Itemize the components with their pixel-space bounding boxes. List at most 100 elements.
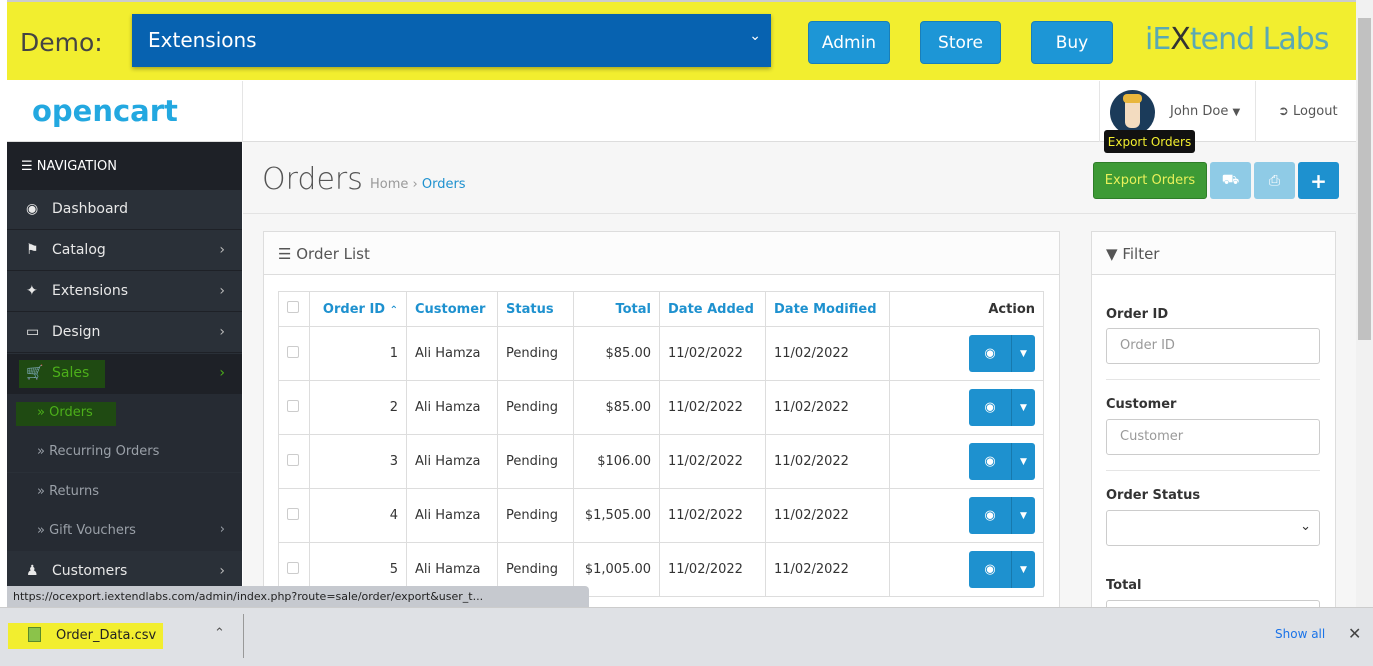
select-all-checkbox[interactable] [287, 301, 299, 313]
buy-button[interactable]: Buy [1031, 21, 1113, 64]
sidebar-item-catalog[interactable]: ⚑ Catalog › [7, 231, 242, 271]
caret-down-icon: ▼ [1020, 402, 1027, 413]
sidebar-subitem-returns[interactable]: » Returns [7, 473, 242, 512]
admin-button[interactable]: Admin [808, 21, 890, 64]
sidebar-subitem-gift-vouchers[interactable]: » Gift Vouchers › [7, 512, 242, 551]
customer: Ali Hamza [406, 380, 498, 435]
sidebar-item-dashboard[interactable]: ◉ Dashboard [7, 190, 242, 230]
close-icon[interactable]: ✕ [1348, 624, 1361, 643]
customer: Ali Hamza [406, 488, 498, 543]
breadcrumb-orders[interactable]: Orders [422, 177, 466, 192]
scrollbar-thumb[interactable] [1358, 18, 1371, 340]
sidebar-item-label: Gift Vouchers [49, 523, 136, 538]
column-customer[interactable]: Customer [406, 291, 498, 327]
opencart-logo[interactable]: opencart [32, 94, 178, 128]
view-button[interactable]: ◉ [969, 497, 1011, 534]
divider [1255, 81, 1256, 142]
column-order-id[interactable]: Order ID ⌃ [309, 291, 407, 327]
row-checkbox[interactable] [287, 507, 299, 520]
dropdown-toggle[interactable]: ▼ [1012, 389, 1035, 426]
chevron-right-icon: › [219, 563, 225, 579]
chevron-right-icon: › [219, 283, 225, 299]
customer-input[interactable]: Customer [1106, 419, 1320, 455]
sidebar-item-sales[interactable]: 🛒 Sales › [7, 354, 242, 394]
download-filename[interactable]: Order_Data.csv [56, 628, 156, 643]
view-button[interactable]: ◉ [969, 551, 1011, 588]
sidebar-subitem-orders[interactable]: » Orders [7, 394, 242, 433]
chevron-up-icon[interactable]: ⌃ [214, 626, 225, 641]
sidebar-item-label: Returns [49, 484, 100, 499]
user-icon: ♟ [26, 563, 39, 579]
shipping-button[interactable]: ⛟ [1210, 162, 1251, 199]
eye-icon: ◉ [984, 454, 996, 469]
dropdown-toggle[interactable]: ▼ [1012, 335, 1035, 372]
status: Pending [497, 380, 574, 435]
status: Pending [497, 434, 574, 489]
date-modified: 11/02/2022 [765, 542, 890, 597]
sidebar-item-label: Extensions [52, 283, 129, 299]
table-row: 4 Ali Hamza Pending $1,505.00 11/02/2022… [278, 488, 1044, 543]
order-status-select[interactable]: ⌄ [1106, 510, 1320, 546]
caret-down-icon: ▼ [1020, 348, 1027, 359]
column-status[interactable]: Status [497, 291, 574, 327]
row-checkbox[interactable] [287, 345, 299, 358]
show-all-link[interactable]: Show all [1275, 627, 1325, 641]
print-icon: ⎙ [1268, 172, 1281, 189]
sidebar-item-extensions[interactable]: ✦ Extensions › [7, 272, 242, 312]
sidebar-item-label: Recurring Orders [49, 444, 160, 459]
date-added: 11/02/2022 [659, 326, 766, 381]
store-button[interactable]: Store [920, 21, 1001, 64]
status: Pending [497, 326, 574, 381]
print-button[interactable]: ⎙ [1254, 162, 1295, 199]
column-date-added[interactable]: Date Added [659, 291, 766, 327]
truck-icon: ⛟ [1221, 171, 1240, 188]
date-modified: 11/02/2022 [765, 434, 890, 489]
dropdown-toggle[interactable]: ▼ [1012, 443, 1035, 480]
navigation-header[interactable]: ☰ NAVIGATION [7, 142, 242, 190]
eye-icon: ◉ [984, 400, 996, 415]
caret-down-icon: ▼ [1020, 510, 1027, 521]
sidebar-item-label: Design [52, 324, 101, 340]
column-total[interactable]: Total [573, 291, 660, 327]
view-button[interactable]: ◉ [969, 443, 1011, 480]
divider [243, 213, 1356, 214]
row-checkbox[interactable] [287, 399, 299, 412]
logout-label: Logout [1293, 104, 1338, 119]
add-order-button[interactable]: + [1298, 162, 1339, 199]
column-date-modified[interactable]: Date Modified [765, 291, 890, 327]
demo-select[interactable]: Extensions ⌄ [132, 14, 771, 67]
date-modified: 11/02/2022 [765, 326, 890, 381]
chevron-down-icon: ⌄ [749, 28, 761, 44]
row-checkbox[interactable] [287, 561, 299, 574]
total-label: Total [1106, 578, 1142, 593]
column-action: Action [889, 291, 1044, 327]
dropdown-toggle[interactable]: ▼ [1012, 551, 1035, 588]
chevron-right-icon: › [219, 522, 225, 537]
order-id-input[interactable]: Order ID [1106, 328, 1320, 364]
row-checkbox[interactable] [287, 453, 299, 466]
caret-down-icon: ▼ [1020, 456, 1027, 467]
caret-down-icon: ▼ [1020, 564, 1027, 575]
date-modified: 11/02/2022 [765, 380, 890, 435]
logout-link[interactable]: ➲ Logout [1278, 104, 1338, 119]
view-button[interactable]: ◉ [969, 389, 1011, 426]
order-id: 1 [309, 326, 407, 381]
view-button[interactable]: ◉ [969, 335, 1011, 372]
dropdown-toggle[interactable]: ▼ [1012, 497, 1035, 534]
breadcrumb-home[interactable]: Home [370, 177, 408, 192]
sidebar-item-design[interactable]: ▭ Design › [7, 313, 242, 353]
page-title: Orders [262, 162, 363, 197]
export-orders-button[interactable]: Export Orders [1093, 162, 1207, 199]
puzzle-icon: ✦ [26, 283, 38, 299]
chevron-right-icon: › [219, 365, 225, 381]
iextend-logo: iEXtend Labs [1145, 22, 1329, 57]
divider [242, 81, 243, 142]
avatar[interactable] [1110, 90, 1155, 135]
order-id: 4 [309, 488, 407, 543]
panel-title: Filter [1122, 245, 1160, 263]
sidebar-subitem-recurring-orders[interactable]: » Recurring Orders [7, 433, 242, 472]
total: $106.00 [573, 434, 660, 489]
total: $85.00 [573, 326, 660, 381]
divider [243, 614, 244, 658]
user-menu[interactable]: John Doe ▼ [1170, 104, 1240, 119]
